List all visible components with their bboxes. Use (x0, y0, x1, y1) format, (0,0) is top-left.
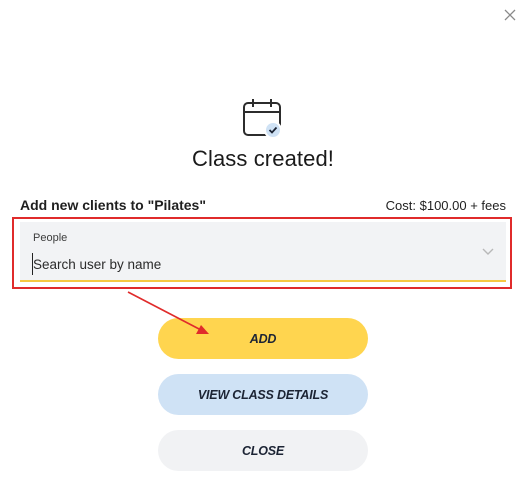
add-button[interactable]: ADD (158, 318, 368, 359)
add-clients-label: Add new clients to "Pilates" (20, 197, 206, 213)
annotation-highlight-box (12, 217, 512, 289)
calendar-check-icon (243, 99, 282, 139)
close-modal-button[interactable] (499, 4, 521, 26)
view-class-details-button[interactable]: VIEW CLASS DETAILS (158, 374, 368, 415)
cost-text: Cost: $100.00 + fees (385, 198, 506, 213)
modal-title: Class created! (191, 146, 334, 171)
close-button[interactable]: CLOSE (158, 430, 368, 471)
close-icon (504, 9, 516, 21)
